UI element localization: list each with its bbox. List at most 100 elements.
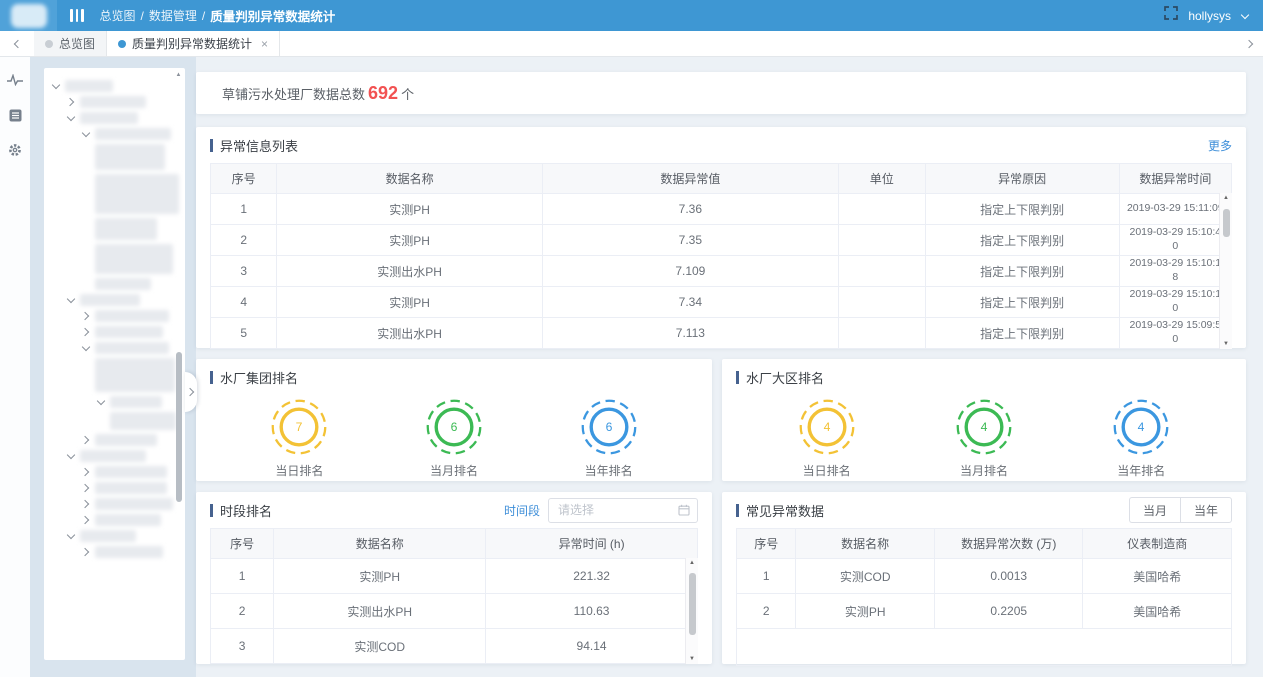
caret-down-icon[interactable]: [67, 452, 75, 460]
tree-node[interactable]: [46, 450, 183, 462]
tree-node[interactable]: [46, 514, 183, 526]
time-range-input[interactable]: [556, 502, 678, 518]
more-link[interactable]: 更多: [1208, 137, 1232, 154]
caret-right-icon[interactable]: [82, 500, 90, 508]
tree-node[interactable]: [46, 498, 183, 510]
page: 总览图 / 数据管理 / 质量判别异常数据统计 hollysys 总览图 质量判…: [0, 0, 1263, 677]
current-year-button[interactable]: 当年: [1180, 497, 1232, 523]
tab-scroll-right-button[interactable]: [1237, 31, 1263, 56]
tree-node[interactable]: [46, 174, 183, 214]
tree-node[interactable]: [46, 530, 183, 542]
scrollbar-thumb[interactable]: [689, 573, 696, 635]
tree-node[interactable]: [46, 80, 183, 92]
table-cell: 94.14: [486, 629, 698, 664]
caret-right-icon[interactable]: [82, 468, 90, 476]
table-row: 2实测出水PH110.63: [211, 594, 698, 629]
caret-right-icon[interactable]: [82, 328, 90, 336]
redacted-tree-label: [80, 530, 136, 542]
tree-node[interactable]: [46, 310, 183, 322]
app-logo[interactable]: [0, 0, 57, 31]
caret-down-icon[interactable]: [67, 532, 75, 540]
caret-down-icon[interactable]: [82, 130, 90, 138]
tree-node[interactable]: [46, 434, 183, 446]
tree-node[interactable]: [46, 546, 183, 558]
caret-right-icon[interactable]: [82, 516, 90, 524]
caret-right-icon[interactable]: [82, 312, 90, 320]
caret-down-icon[interactable]: [67, 114, 75, 122]
tab-scroll-left-button[interactable]: [0, 31, 34, 56]
time-range-picker[interactable]: [548, 498, 698, 523]
rank-label: 当日排名: [803, 462, 851, 479]
rank-circle-daily: 7 当日排名: [269, 397, 329, 479]
tree-node[interactable]: [46, 482, 183, 494]
tree-node[interactable]: [46, 396, 183, 408]
caret-down-icon[interactable]: [52, 82, 60, 90]
table-cell: [838, 225, 925, 256]
redacted-tree-label: [95, 326, 163, 338]
column-header: 数据名称: [277, 164, 542, 194]
tab-status-dot: [118, 40, 126, 48]
tree-node[interactable]: [46, 294, 183, 306]
scroll-down-icon[interactable]: ▼: [689, 656, 695, 662]
scroll-up-icon[interactable]: ▲: [176, 72, 182, 78]
scrollbar-thumb[interactable]: [1223, 209, 1230, 237]
summary-count: 692: [368, 83, 398, 104]
user-menu[interactable]: hollysys: [1188, 9, 1231, 23]
settings-gear-icon[interactable]: [7, 142, 23, 158]
table-cell: 2: [211, 594, 274, 629]
tree-node[interactable]: [46, 112, 183, 124]
redacted-tree-label: [95, 144, 165, 170]
table-cell: 指定上下限判别: [925, 256, 1119, 287]
tree-node[interactable]: [46, 342, 183, 354]
table-cell: 实测COD: [796, 559, 935, 594]
tab-quality-abnormal-stats[interactable]: 质量判别异常数据统计 ×: [107, 31, 280, 56]
table-cell: 0.0013: [934, 559, 1083, 594]
tree-node[interactable]: [46, 244, 183, 274]
tree-node[interactable]: [46, 144, 183, 170]
column-header: 数据异常时间: [1119, 164, 1231, 194]
common-table-wrap: 序号数据名称数据异常次数 (万)仪表制造商 1实测COD0.0013美国哈希2实…: [736, 528, 1232, 666]
table-scrollbar[interactable]: ▲ ▼: [1219, 193, 1232, 349]
tab-close-icon[interactable]: ×: [261, 37, 268, 51]
tree-node[interactable]: [46, 466, 183, 478]
tree-scrollbar[interactable]: ▲: [173, 70, 184, 658]
scroll-up-icon[interactable]: ▲: [689, 560, 695, 566]
tree-node[interactable]: [46, 218, 183, 240]
table-row: 3实测出水PH7.109指定上下限判别2019-03-29 15:10:18: [211, 256, 1232, 287]
table-cell: 221.32: [486, 559, 698, 594]
tree-node[interactable]: [46, 278, 183, 290]
caret-right-icon[interactable]: [82, 484, 90, 492]
tree-node[interactable]: [46, 412, 183, 430]
title-bar-decor: [736, 371, 739, 384]
table-cell: 实测PH: [277, 287, 542, 318]
scrollbar-thumb[interactable]: [176, 352, 182, 502]
table-cell: 7.36: [542, 194, 838, 225]
scroll-up-icon[interactable]: ▲: [1223, 195, 1229, 201]
breadcrumb-item[interactable]: 总览图: [100, 7, 136, 24]
menu-toggle-icon[interactable]: [70, 9, 84, 22]
redacted-tree-label: [95, 218, 157, 240]
caret-right-icon[interactable]: [82, 548, 90, 556]
caret-right-icon[interactable]: [67, 98, 75, 106]
data-list-icon[interactable]: [7, 107, 23, 123]
current-month-button[interactable]: 当月: [1129, 497, 1180, 523]
table-scrollbar[interactable]: ▲ ▼: [685, 558, 698, 664]
tree-node[interactable]: [46, 326, 183, 338]
table-row: 3实测COD94.14: [211, 629, 698, 664]
breadcrumb-item[interactable]: 数据管理: [149, 7, 197, 24]
caret-right-icon[interactable]: [82, 436, 90, 444]
user-caret-down-icon[interactable]: [1241, 12, 1249, 20]
trend-monitor-icon[interactable]: [7, 72, 23, 88]
caret-down-icon[interactable]: [67, 296, 75, 304]
tree-node[interactable]: [46, 128, 183, 140]
tree-collapse-handle[interactable]: [185, 372, 197, 412]
scroll-down-icon[interactable]: ▼: [1223, 341, 1229, 347]
caret-down-icon[interactable]: [82, 344, 90, 352]
caret-down-icon[interactable]: [97, 398, 105, 406]
tree-node[interactable]: [46, 358, 183, 392]
tab-overview[interactable]: 总览图: [34, 31, 107, 56]
top-header-bar: 总览图 / 数据管理 / 质量判别异常数据统计 hollysys: [0, 0, 1263, 31]
fullscreen-icon[interactable]: [1164, 6, 1178, 25]
column-header: 序号: [211, 164, 277, 194]
tree-node[interactable]: [46, 96, 183, 108]
